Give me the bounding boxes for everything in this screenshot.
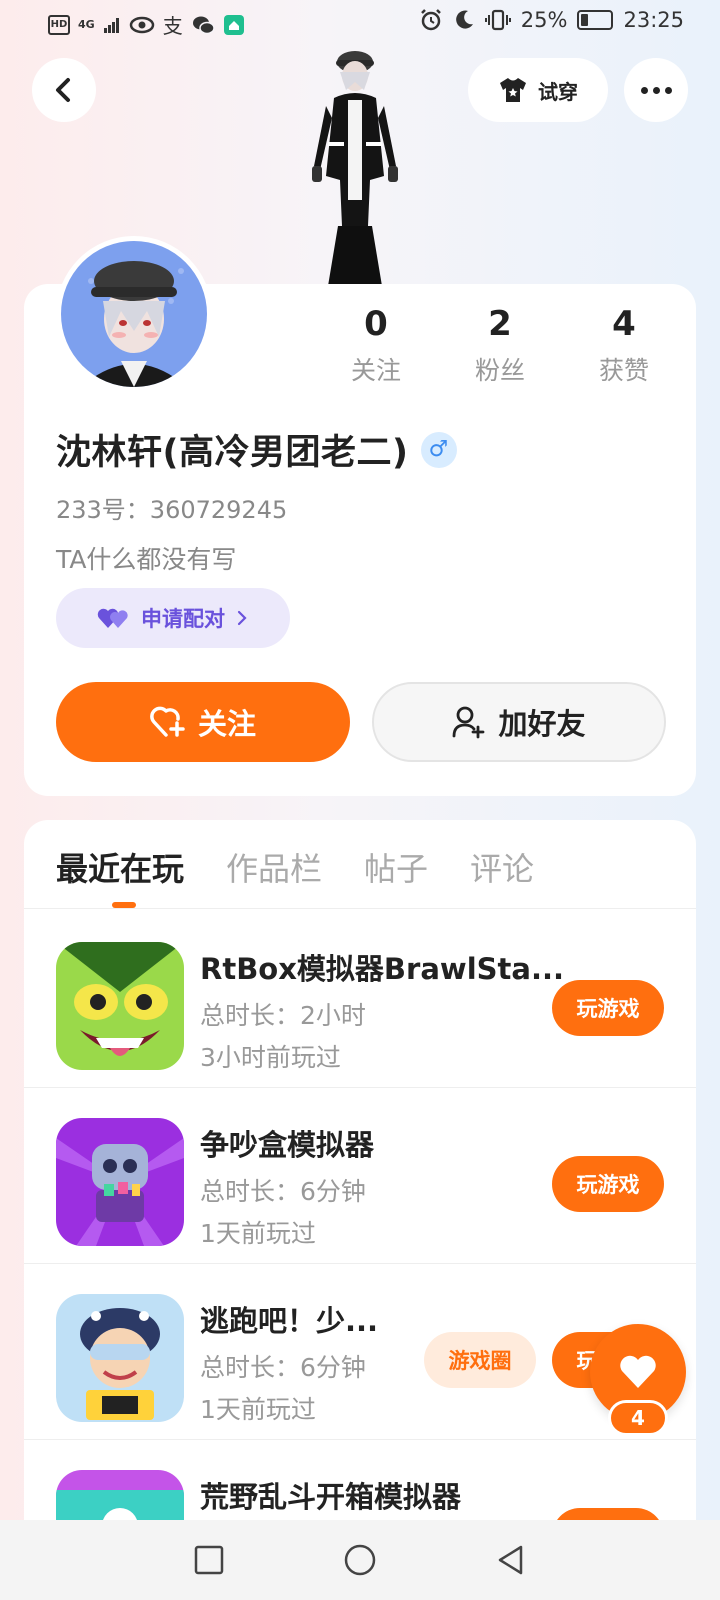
following-count: 0 [364,304,388,344]
tab-works[interactable]: 作品栏 [226,844,322,890]
apply-pair-button[interactable]: 申请配对 [56,588,290,648]
game-list-item[interactable]: 争吵盒模拟器 总时长：6分钟 1天前玩过 玩游戏 [24,1088,696,1264]
back-nav-icon[interactable] [495,1544,527,1576]
game-last-played: 3小时前玩过 [200,1043,341,1072]
network-type: 4G [78,18,95,31]
tab-comments[interactable]: 评论 [470,844,534,890]
content-card: 最近在玩 作品栏 帖子 评论 RtBox模拟器BrawlSta... 总时长：2… [24,820,696,1520]
tshirt-icon [500,78,526,102]
game-icon-image [56,1470,184,1520]
game-last-played: 1天前玩过 [200,1219,316,1248]
try-on-button[interactable]: 试穿 [468,58,608,122]
character-avatar-figure[interactable] [300,46,410,286]
tab-bar: 最近在玩 作品栏 帖子 评论 [56,844,534,890]
alarm-icon [420,9,441,31]
game-title: 荒野乱斗开箱模拟器 [200,1480,462,1514]
fans-label: 粉丝 [474,355,525,385]
game-title: RtBox模拟器BrawlSta... [200,952,565,986]
game-list-item[interactable]: 荒野乱斗开箱模拟器 [24,1440,696,1520]
game-title: 逃跑吧！少... [200,1304,379,1338]
game-duration: 总时长：6分钟 [200,1177,366,1206]
play-game-button[interactable]: 玩游戏 [552,980,664,1036]
add-friend-label: 加好友 [498,707,586,741]
battery-percent: 25% [520,8,568,32]
game-last-played: 1天前玩过 [200,1395,316,1424]
following-label: 关注 [350,355,401,385]
game-title: 争吵盒模拟器 [200,1128,375,1162]
more-button[interactable] [624,58,688,122]
back-button[interactable] [32,58,96,122]
tab-recently-played[interactable]: 最近在玩 [56,844,184,890]
chevron-right-icon [237,610,247,626]
user-bio: TA什么都没有写 [56,545,237,574]
recent-apps-icon[interactable] [193,1544,225,1576]
status-bar: HD 4G 支 25% 23:25 [0,0,720,48]
clock: 23:25 [623,8,684,32]
add-user-icon [453,706,485,739]
signal-icon [103,17,119,33]
chevron-left-icon [56,78,70,102]
likes-count: 4 [612,304,636,344]
heart-icon [620,1355,656,1388]
moon-icon [455,10,473,29]
tabs-divider [24,908,696,909]
add-friend-button[interactable]: 加好友 [372,682,666,762]
user-avatar[interactable] [56,236,212,392]
user-id[interactable]: 233号：360729245 [56,490,287,525]
home-icon[interactable] [343,1543,377,1577]
system-navigation-bar [0,1520,720,1600]
apply-pair-label: 申请配对 [141,607,225,631]
game-duration: 总时长：2小时 [200,1001,366,1030]
heart-plus-icon [150,706,185,737]
game-icon-image [56,1294,184,1422]
game-icon-image [56,1118,184,1246]
game-icon-image [56,942,184,1070]
fans-count: 2 [488,304,512,344]
avatar-portrait-image [61,241,207,387]
battery-icon [577,10,614,30]
tab-posts[interactable]: 帖子 [364,844,428,890]
name-row: 沈林轩(高冷男团老二) ♂ [56,424,457,475]
like-count-badge: 4 [608,1400,668,1436]
vibrate-icon [484,9,511,31]
play-game-button[interactable] [552,1508,664,1520]
game-circle-button[interactable]: 游戏圈 [424,1332,536,1388]
double-heart-icon [97,608,128,628]
eye-icon [129,16,154,33]
alipay-icon: 支 [162,14,183,38]
play-game-button[interactable]: 玩游戏 [552,1156,664,1212]
more-dots-icon [640,86,648,94]
follow-button[interactable]: 关注 [56,682,350,762]
stats-row: 0 关注 2 粉丝 4 获赞 [314,304,686,387]
stat-likes[interactable]: 4 获赞 [562,304,686,387]
likes-label: 获赞 [598,355,649,385]
stat-following[interactable]: 0 关注 [314,304,438,387]
game-list-item[interactable]: RtBox模拟器BrawlSta... 总时长：2小时 3小时前玩过 玩游戏 [24,912,696,1088]
male-gender-icon: ♂ [420,431,457,468]
user-name: 沈林轩(高冷男团老二) [56,433,409,473]
game-duration: 总时长：6分钟 [200,1353,366,1382]
follow-label: 关注 [197,707,256,741]
app-notification-icon [223,14,244,35]
hd-indicator: HD [48,14,70,35]
stat-fans[interactable]: 2 粉丝 [438,304,562,387]
try-on-label: 试穿 [538,79,578,104]
wechat-icon [192,16,215,34]
